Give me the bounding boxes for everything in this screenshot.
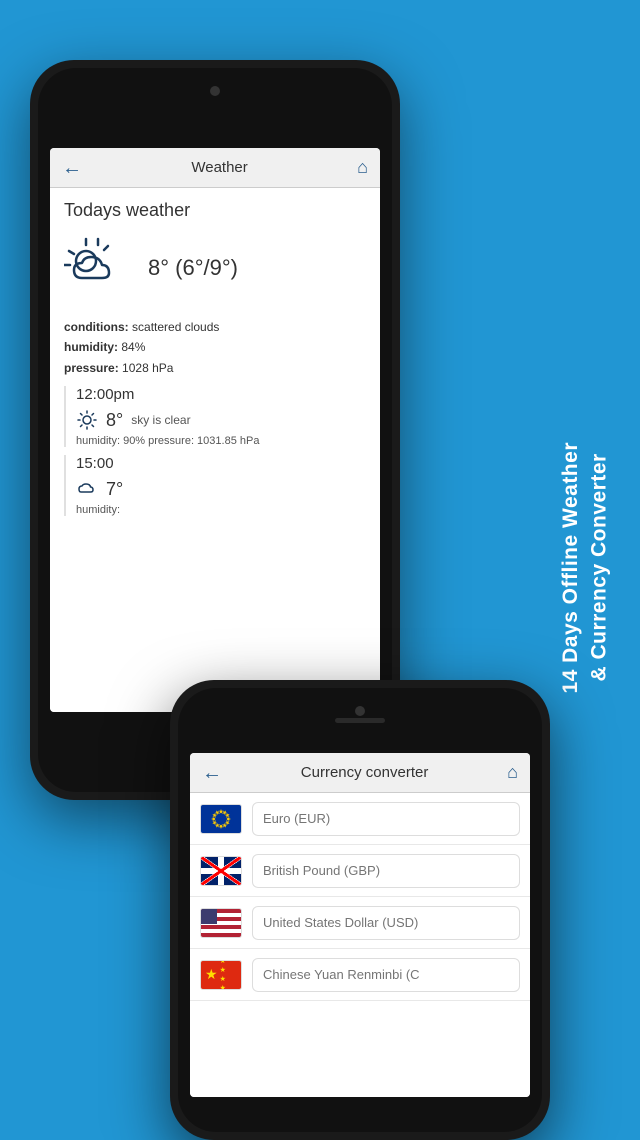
- flag-cn: ★ ★ ★ ★ ★: [200, 960, 242, 990]
- weather-back-button[interactable]: ←: [62, 158, 82, 178]
- conditions-label: conditions:: [64, 320, 129, 334]
- phone-currency: ← Currency converter ⌂: [170, 680, 550, 1140]
- camera-dot: [210, 86, 220, 96]
- flag-eu: [200, 804, 242, 834]
- flag-uk: [200, 856, 242, 886]
- weather-temperature: 8° (6°/9°): [148, 255, 238, 281]
- china-star-small-1: ★: [220, 960, 226, 966]
- time-15-row: 7°: [76, 478, 366, 500]
- currency-camera-dot: [355, 706, 365, 716]
- pressure-value: 1028 hPa: [122, 361, 173, 375]
- weather-screen: ← Weather ⌂ Todays weather: [50, 148, 380, 712]
- sun-icon-small: [76, 409, 98, 431]
- time-noon-temp: 8°: [106, 410, 123, 431]
- currency-input-gbp[interactable]: [252, 854, 520, 888]
- humidity-label: humidity:: [64, 340, 118, 354]
- time-noon-row: 8° sky is clear: [76, 409, 366, 431]
- currency-speaker: [335, 718, 385, 723]
- china-star-big: ★: [205, 966, 218, 983]
- weather-main-section: 8° (6°/9°): [64, 233, 366, 303]
- weather-nav-bar: ← Weather ⌂: [50, 148, 380, 188]
- currency-back-button[interactable]: ←: [202, 763, 222, 783]
- humidity-value: 84%: [121, 340, 145, 354]
- pressure-label: pressure:: [64, 361, 119, 375]
- conditions-value: scattered clouds: [132, 320, 219, 334]
- time-noon-humidity: humidity: 90% pressure: 1031.85 hPa: [76, 435, 366, 447]
- weather-icon: [64, 233, 134, 303]
- weather-content: Todays weather: [50, 188, 380, 712]
- side-text: 14 Days Offline Weather & Currency Conve…: [557, 442, 614, 694]
- time-15-label: 15:00: [76, 455, 366, 472]
- china-star-small-2: ★: [220, 966, 226, 974]
- time-block-15: 15:00 7° humidity:: [64, 455, 366, 516]
- currency-row-usd: [190, 897, 530, 949]
- weather-home-button[interactable]: ⌂: [357, 157, 368, 178]
- time-noon-desc: sky is clear: [131, 413, 190, 427]
- time-block-noon: 12:00pm: [64, 386, 366, 447]
- time-15-humidity: humidity:: [76, 504, 366, 516]
- currency-input-eur[interactable]: [252, 802, 520, 836]
- flag-us: [200, 908, 242, 938]
- china-stars-small: ★ ★ ★ ★: [220, 960, 226, 990]
- currency-row-cny: ★ ★ ★ ★ ★: [190, 949, 530, 1001]
- weather-nav-title: Weather: [191, 159, 247, 176]
- currency-screen: ← Currency converter ⌂: [190, 753, 530, 1097]
- currency-input-usd[interactable]: [252, 906, 520, 940]
- currency-input-cny[interactable]: [252, 958, 520, 992]
- china-star-small-3: ★: [220, 975, 226, 983]
- currency-nav-bar: ← Currency converter ⌂: [190, 753, 530, 793]
- phone-currency-body: ← Currency converter ⌂: [178, 688, 542, 1132]
- currency-row-eur: [190, 793, 530, 845]
- currency-home-button[interactable]: ⌂: [507, 762, 518, 783]
- currency-row-gbp: [190, 845, 530, 897]
- time-noon-label: 12:00pm: [76, 386, 366, 403]
- currency-content: ★ ★ ★ ★ ★: [190, 793, 530, 1097]
- china-star-small-4: ★: [220, 984, 226, 990]
- weather-page-title: Todays weather: [64, 200, 366, 221]
- time-15-temp: 7°: [106, 479, 123, 500]
- weather-conditions: conditions: scattered clouds humidity: 8…: [64, 317, 366, 378]
- cloud-icon-small: [76, 478, 98, 500]
- currency-nav-title: Currency converter: [301, 764, 429, 781]
